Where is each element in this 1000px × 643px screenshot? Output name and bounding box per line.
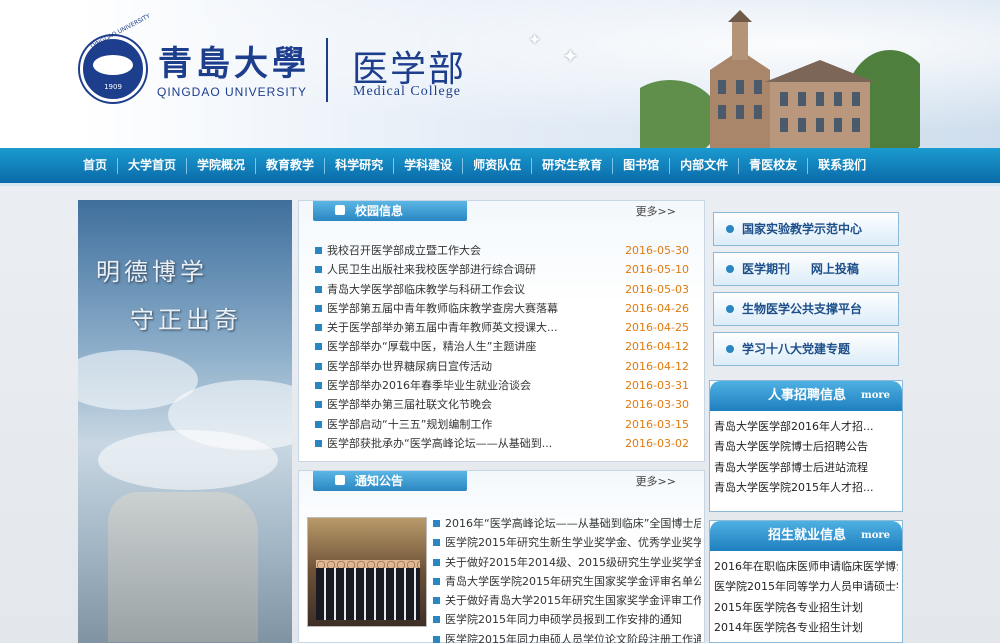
- list-item[interactable]: 关于做好青岛大学2015年研究生国家奖学金评审工作的通: [433, 591, 701, 610]
- recruitment-box: 人事招聘信息 more 青岛大学医学部2016年人才招... 青岛大学医学院博士…: [709, 380, 903, 512]
- nav-item-contact[interactable]: 联系我们: [808, 148, 876, 183]
- nav-item-library[interactable]: 图书馆: [613, 148, 669, 183]
- group-photo[interactable]: [307, 517, 427, 627]
- header-banner: QINGDAO UNIVERSITY 1909 青島大學 QINGDAO UNI…: [0, 0, 1000, 148]
- list-item[interactable]: 关于医学部举办第五届中青年教师英文授课大... 2016-04-25: [315, 318, 689, 337]
- list-item[interactable]: 医学部获批承办“医学高峰论坛——从基础到... 2016-03-02: [315, 434, 689, 453]
- recruitment-list: 青岛大学医学部2016年人才招... 青岛大学医学院博士后招聘公告 青岛大学医学…: [710, 411, 902, 505]
- list-item[interactable]: 医学院2015年同等学力人员申请硕士学位: [714, 577, 898, 597]
- list-item[interactable]: 我校召开医学部成立暨工作大会 2016-05-30: [315, 241, 689, 260]
- nav-item-education[interactable]: 教育教学: [256, 148, 324, 183]
- seagull-icon: ✦: [528, 30, 542, 49]
- nav-item-university-home[interactable]: 大学首页: [118, 148, 186, 183]
- news-icon: [335, 205, 345, 215]
- campus-news-list: 我校召开医学部成立暨工作大会 2016-05-30 人民卫生出版社来我校医学部进行…: [315, 241, 689, 453]
- department-name-en: Medical College: [353, 84, 461, 99]
- nav-item-overview[interactable]: 学院概况: [187, 148, 255, 183]
- notices-list: 2016年“医学高峰论坛——从基础到临床”全国博士后学 医学院2015年研究生新…: [433, 514, 701, 643]
- university-seal-logo[interactable]: QINGDAO UNIVERSITY 1909: [80, 13, 151, 102]
- bullet-icon: [726, 225, 734, 233]
- seagull-icon: ✦: [562, 44, 579, 68]
- list-item[interactable]: 医学部第五届中青年教师临床教学查房大赛落幕 2016-04-26: [315, 299, 689, 318]
- quick-link-journal[interactable]: 医学期刊 网上投稿: [713, 252, 899, 286]
- header-divider: [326, 38, 328, 102]
- campus-news-more-link[interactable]: 更多>>: [636, 203, 676, 219]
- bullet-icon: [726, 345, 734, 353]
- admission-list: 2016年在职临床医师申请临床医学博士专 医学院2015年同等学力人员申请硕士学…: [710, 551, 902, 643]
- motto-line-2: 守正出奇: [130, 306, 242, 334]
- list-item[interactable]: 青岛大学医学部2016年人才招...: [714, 417, 898, 437]
- admission-box: 招生就业信息 more 2016年在职临床医师申请临床医学博士专 医学院2015…: [709, 520, 903, 643]
- admission-header: 招生就业信息 more: [710, 521, 902, 551]
- motto-line-1: 明德博学: [96, 258, 208, 286]
- bullet-icon: [726, 265, 734, 273]
- list-item[interactable]: 医学部启动“十三五”规划编制工作 2016-03-15: [315, 415, 689, 434]
- main-nav: 首页 大学首页 学院概况 教育教学 科学研究 学科建设 师资队伍 研究生教育 图…: [0, 148, 1000, 186]
- side-motto-image: 明德博学 守正出奇: [78, 200, 292, 643]
- list-item[interactable]: 医学院2015年同力申硕人员学位论文阶段注册工作通知: [433, 630, 701, 643]
- notices-tab: 通知公告: [313, 471, 467, 491]
- nav-item-home[interactable]: 首页: [73, 148, 117, 183]
- list-item[interactable]: 2014年医学院各专业招生计划: [714, 618, 898, 638]
- list-item[interactable]: 医学院2015年研究生新生学业奖学金、优秀学业奖学金拟: [433, 533, 701, 552]
- campus-news-title: 校园信息: [355, 204, 404, 218]
- nav-item-faculty[interactable]: 师资队伍: [463, 148, 531, 183]
- nav-item-graduate[interactable]: 研究生教育: [532, 148, 612, 183]
- recruitment-title: 人事招聘信息: [768, 388, 847, 403]
- quick-links: 国家实验教学示范中心 医学期刊 网上投稿 生物医学公共支撑平台 学习十八大党建专…: [709, 200, 903, 372]
- list-item[interactable]: 2016年“医学高峰论坛——从基础到临床”全国博士后学: [433, 514, 701, 533]
- notices-title: 通知公告: [355, 474, 404, 488]
- list-item[interactable]: 人民卫生出版社来我校医学部进行综合调研 2016-05-10: [315, 260, 689, 279]
- nav-item-research[interactable]: 科学研究: [325, 148, 393, 183]
- list-item[interactable]: 医学部举办2016年春季毕业生就业洽谈会 2016-03-31: [315, 376, 689, 395]
- list-item[interactable]: 医学部举办第三届社联文化节晚会 2016-03-30: [315, 395, 689, 414]
- list-item[interactable]: 青岛大学医学部博士后进站流程: [714, 458, 898, 478]
- campus-building-illustration: [640, 10, 920, 148]
- campus-news-tab: 校园信息: [313, 201, 467, 221]
- quick-link-biomedical-platform[interactable]: 生物医学公共支撑平台: [713, 292, 899, 326]
- monument-stone: [108, 492, 258, 642]
- list-item[interactable]: 关于做好2015年2014级、2015级研究生学业奖学金评选工: [433, 553, 701, 572]
- list-item[interactable]: 青岛大学医学院2015年人才招...: [714, 478, 898, 498]
- page: QINGDAO UNIVERSITY 1909 青島大學 QINGDAO UNI…: [0, 0, 1000, 643]
- list-item[interactable]: 青岛大学医学部临床教学与科研工作会议 2016-05-03: [315, 280, 689, 299]
- notice-icon: [335, 475, 345, 485]
- campus-news-panel: 校园信息 更多>> 我校召开医学部成立暨工作大会 2016-05-30 人民卫生出…: [298, 200, 705, 462]
- list-item[interactable]: 医学部举办“厚载中医，精治人生”主题讲座 2016-04-12: [315, 337, 689, 356]
- notices-more-link[interactable]: 更多>>: [636, 473, 676, 489]
- seal-year: 1909: [104, 83, 122, 91]
- list-item[interactable]: 青岛大学医学院博士后招聘公告: [714, 437, 898, 457]
- university-name-en: QINGDAO UNIVERSITY: [157, 85, 308, 99]
- list-item[interactable]: 2016年在职临床医师申请临床医学博士专: [714, 557, 898, 577]
- nav-item-internal-docs[interactable]: 内部文件: [670, 148, 738, 183]
- nav-item-discipline[interactable]: 学科建设: [394, 148, 462, 183]
- list-item[interactable]: 医学部举办世界糖尿病日宣传活动 2016-04-12: [315, 357, 689, 376]
- bullet-icon: [726, 305, 734, 313]
- admission-title: 招生就业信息: [768, 528, 847, 543]
- notices-panel: 通知公告 更多>> 2016年“医学高峰论坛——从基础到临床”全国博士后学 医学…: [298, 470, 705, 643]
- recruitment-header: 人事招聘信息 more: [710, 381, 902, 411]
- recruitment-more-link[interactable]: more: [861, 381, 890, 411]
- list-item[interactable]: 青岛大学医学院2015年研究生国家奖学金评审名单公示: [433, 572, 701, 591]
- nav-item-alumni[interactable]: 青医校友: [739, 148, 807, 183]
- list-item[interactable]: 2015年医学院各专业招生计划: [714, 598, 898, 618]
- university-name-cn: 青島大學: [158, 44, 310, 84]
- quick-link-teaching-center[interactable]: 国家实验教学示范中心: [713, 212, 899, 246]
- quick-link-party-topic[interactable]: 学习十八大党建专题: [713, 332, 899, 366]
- list-item[interactable]: 医学院2015年同力申硕学员报到工作安排的通知: [433, 610, 701, 629]
- admission-more-link[interactable]: more: [861, 521, 890, 551]
- nav-list: 首页 大学首页 学院概况 教育教学 科学研究 学科建设 师资队伍 研究生教育 图…: [73, 148, 876, 183]
